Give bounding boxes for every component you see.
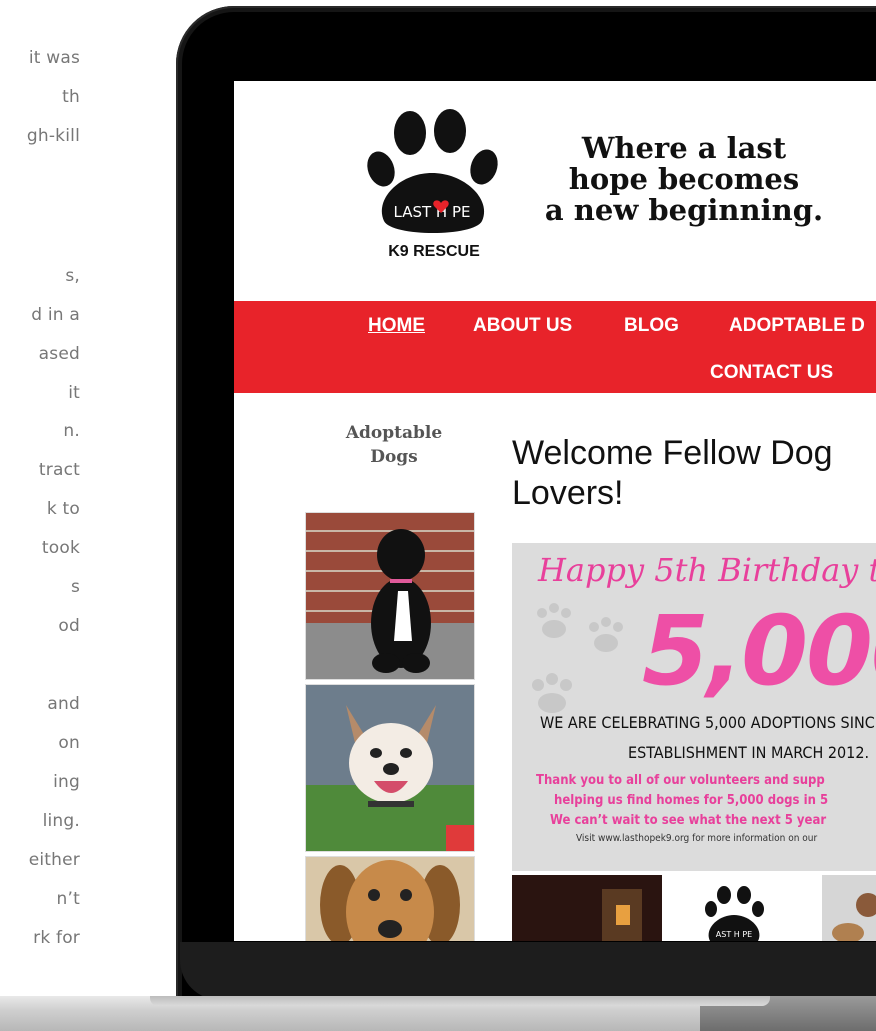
article-line: either	[28, 850, 80, 870]
banner-thanks-line: Thank you to all of our volunteers and s…	[536, 773, 825, 788]
site-header: LAST H PE K9 RESCUE Where a last hope be…	[234, 81, 876, 301]
laptop-base-notch	[150, 996, 770, 1006]
article-line: rk for	[33, 928, 80, 948]
adoptable-dog-photo[interactable]	[305, 856, 475, 941]
dog-photo-2	[306, 685, 474, 851]
banner-visit-text: Visit www.lasthopek9.org for more inform…	[576, 833, 818, 844]
banner-thanks-line: We can’t wait to see what the next 5 yea…	[550, 813, 827, 828]
article-line: and	[47, 694, 80, 714]
photo-strip-logo-text: AST H PE	[716, 930, 752, 939]
dog-photo-1	[306, 513, 474, 679]
nav-about-us[interactable]: ABOUT US	[473, 315, 572, 337]
paw-logo-icon: LAST H PE	[367, 109, 498, 233]
article-line: took	[41, 538, 80, 558]
article-line: ling.	[42, 811, 80, 831]
sidebar-title-line: Adoptable	[345, 423, 443, 443]
banner-script-heading: Happy 5th Birthday to	[538, 551, 876, 589]
laptop-chin	[180, 942, 876, 1000]
laptop-screen: LAST H PE K9 RESCUE Where a last hope be…	[234, 81, 876, 941]
article-line: tract	[38, 460, 80, 480]
nav-home[interactable]: HOME	[368, 315, 425, 337]
article-line: it was	[28, 48, 80, 68]
article-line: ing	[53, 772, 80, 792]
article-line: k to	[46, 499, 80, 519]
tagline-line: a new beginning.	[544, 193, 824, 227]
birthday-banner[interactable]: Happy 5th Birthday to 5,000 WE ARE CELEB…	[512, 543, 876, 871]
nav-contact-us[interactable]: CONTACT US	[710, 362, 833, 384]
photo-strip: AST H PE	[512, 875, 876, 941]
adoptable-dog-photo[interactable]	[305, 512, 475, 680]
page-title-line: Lovers!	[512, 474, 624, 512]
banner-caption: ESTABLISHMENT IN MARCH 2012.	[628, 743, 870, 762]
site-tagline: Where a last hope becomes a new beginnin…	[514, 133, 854, 226]
article-text-fragment: it was th gh-kill s, d in a ased it n. t…	[0, 0, 80, 960]
banner-caption: WE ARE CELEBRATING 5,000 ADOPTIONS SINC	[540, 713, 875, 732]
article-line: od	[58, 616, 80, 636]
banner-thanks-line: helping us find homes for 5,000 dogs in …	[554, 793, 829, 808]
adoptable-dog-photo[interactable]	[305, 684, 475, 852]
article-line: ased	[38, 344, 80, 364]
photo-strip-images: AST H PE	[512, 875, 876, 941]
article-line: gh-kill	[26, 126, 80, 146]
page-title-line: Welcome Fellow Dog	[512, 434, 833, 472]
article-line: th	[62, 87, 80, 107]
article-line: it	[68, 383, 80, 403]
article-line: s	[70, 577, 80, 597]
nav-blog[interactable]: BLOG	[624, 315, 679, 337]
article-line: n.	[63, 421, 80, 441]
tagline-line: Where a last	[581, 131, 787, 165]
main-nav: HOME ABOUT US BLOG ADOPTABLE D CONTACT U…	[234, 301, 876, 393]
article-line: s,	[65, 266, 80, 286]
article-line: on	[58, 733, 80, 753]
banner-big-number: 5,000	[642, 595, 876, 707]
page-title: Welcome Fellow Dog Lovers!	[512, 433, 876, 513]
article-line: n’t	[56, 889, 80, 909]
article-line: d in a	[31, 305, 80, 325]
nav-adoptable-dogs[interactable]: ADOPTABLE D	[729, 315, 865, 337]
sidebar-title: Adoptable Dogs	[304, 421, 484, 469]
dog-photo-3	[306, 857, 474, 941]
logo-k9-rescue: K9 RESCUE	[388, 243, 480, 260]
sidebar-title-line: Dogs	[370, 447, 418, 467]
site-logo[interactable]: LAST H PE K9 RESCUE	[364, 103, 504, 273]
logo-text: LAST H PE	[394, 203, 471, 221]
tagline-line: hope becomes	[568, 162, 800, 196]
